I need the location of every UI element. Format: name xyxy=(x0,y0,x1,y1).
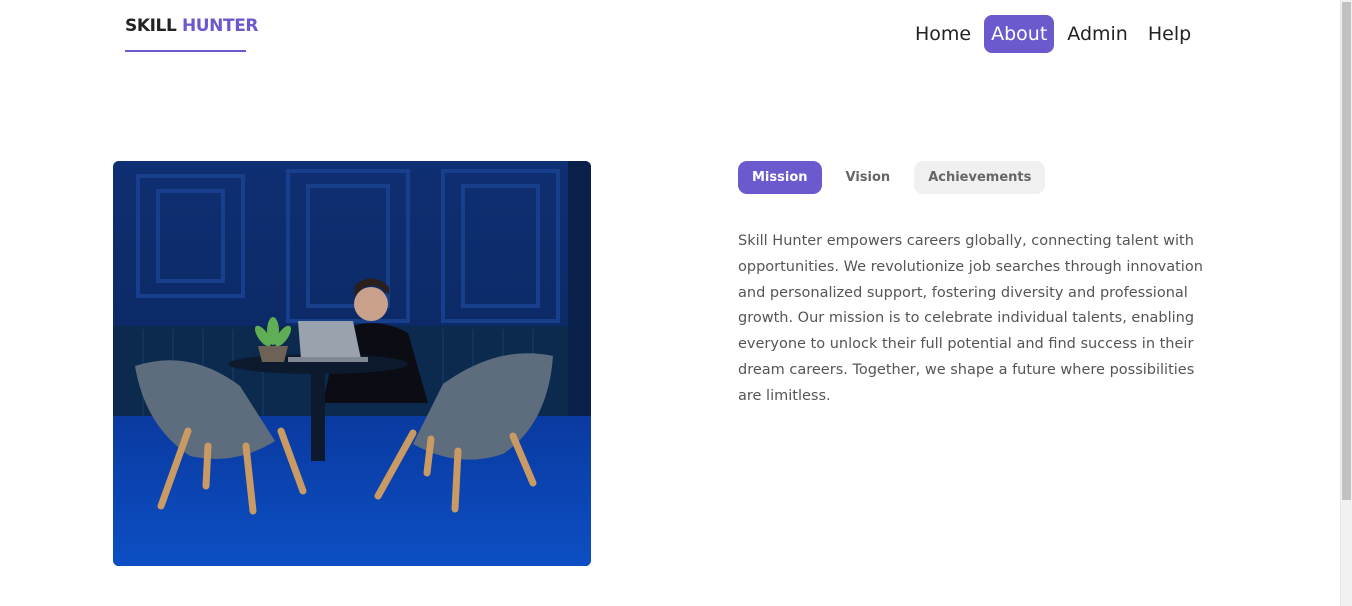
nav-home[interactable]: Home xyxy=(908,15,978,53)
tab-vision[interactable]: Vision xyxy=(832,161,905,194)
about-page: SKILL HUNTER Home About Admin Help Missi… xyxy=(0,0,1340,606)
hero-image xyxy=(113,161,591,566)
mission-text: Skill Hunter empowers careers globally, … xyxy=(738,233,1203,404)
vertical-scrollbar[interactable] xyxy=(1340,0,1352,606)
tab-achievements[interactable]: Achievements xyxy=(914,161,1046,194)
nav-help[interactable]: Help xyxy=(1141,15,1198,53)
office-photo xyxy=(113,161,591,566)
logo-hunter: HUNTER xyxy=(181,16,259,36)
logo-text: SKILL HUNTER xyxy=(125,14,259,38)
about-tabs: Mission Vision Achievements xyxy=(738,161,1046,194)
nav-admin[interactable]: Admin xyxy=(1060,15,1135,53)
tab-mission[interactable]: Mission xyxy=(738,161,822,194)
scrollbar-thumb[interactable] xyxy=(1342,2,1351,500)
nav-about[interactable]: About xyxy=(984,15,1055,53)
logo[interactable]: SKILL HUNTER xyxy=(125,14,259,54)
main-nav: Home About Admin Help xyxy=(908,15,1198,53)
logo-underline xyxy=(125,50,246,52)
logo-skill: SKILL xyxy=(125,16,177,36)
